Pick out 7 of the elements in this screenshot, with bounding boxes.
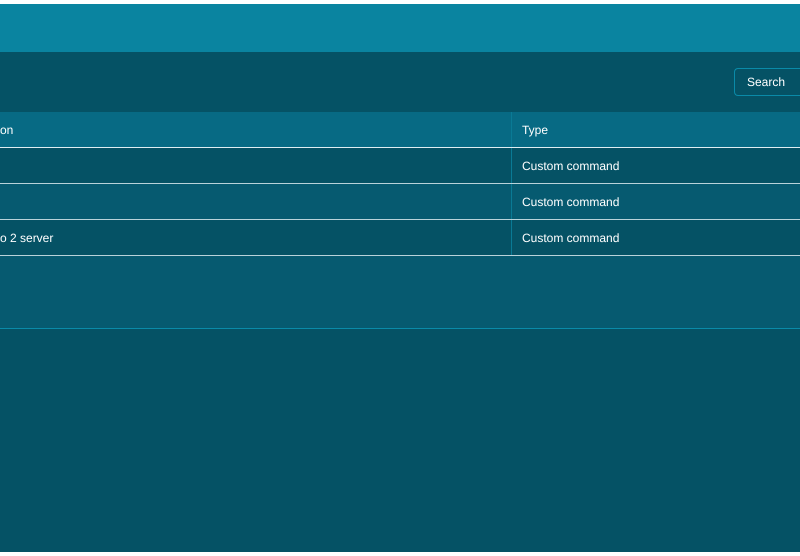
table-cell: Custom command bbox=[511, 148, 800, 183]
column-header[interactable]: on bbox=[0, 112, 511, 147]
table-cell-text: o 2 server bbox=[0, 230, 54, 246]
table-cell: Custom command bbox=[511, 220, 800, 255]
table-cell: Custom command bbox=[511, 184, 800, 219]
column-header[interactable]: Type bbox=[511, 112, 800, 147]
search-button[interactable]: Search bbox=[734, 68, 800, 96]
